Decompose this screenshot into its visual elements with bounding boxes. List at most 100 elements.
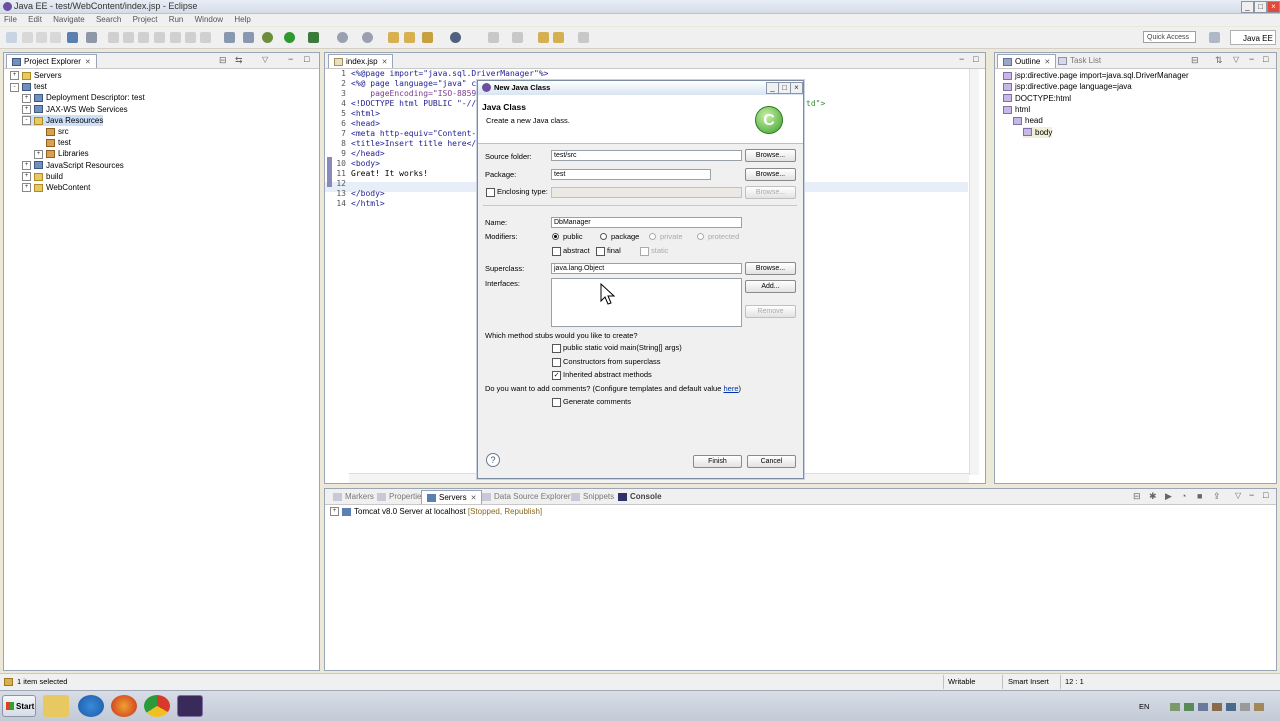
next-annotation-icon[interactable] bbox=[488, 32, 499, 43]
expand-toggle[interactable]: + bbox=[22, 160, 31, 170]
collapse-all-icon[interactable]: ⊟ bbox=[219, 55, 227, 66]
dialog-close-button[interactable]: × bbox=[790, 82, 803, 94]
collapse-all-icon[interactable]: ⊟ bbox=[1133, 491, 1141, 502]
terminate-icon[interactable] bbox=[138, 32, 149, 43]
pencil-icon[interactable] bbox=[422, 32, 433, 43]
tree-item[interactable]: + Deployment Descriptor: test bbox=[22, 92, 145, 103]
eclipse-taskbar-icon[interactable] bbox=[177, 695, 203, 717]
tree-item[interactable]: + Libraries bbox=[34, 148, 89, 159]
tab-index-jsp[interactable]: index.jsp ✕ bbox=[328, 54, 394, 68]
tray-icon[interactable] bbox=[1212, 703, 1222, 711]
step-return-icon[interactable] bbox=[200, 32, 211, 43]
step-over-icon[interactable] bbox=[185, 32, 196, 43]
close-tab-icon[interactable]: ✕ bbox=[85, 59, 91, 66]
stop-server-icon[interactable]: ■ bbox=[1197, 491, 1202, 501]
minimize-editor-icon[interactable]: − bbox=[959, 54, 964, 64]
maximize-button[interactable]: □ bbox=[1254, 1, 1267, 13]
modifier-public-radio[interactable] bbox=[552, 233, 559, 240]
help-icon[interactable]: ? bbox=[486, 453, 500, 467]
firefox-icon[interactable] bbox=[111, 695, 137, 717]
open-console-icon[interactable] bbox=[224, 32, 235, 43]
menu-run[interactable]: Run bbox=[169, 14, 184, 26]
start-server-icon[interactable]: ▶ bbox=[1165, 491, 1172, 502]
search-icon[interactable] bbox=[450, 32, 461, 43]
expand-toggle[interactable]: - bbox=[22, 116, 31, 126]
package-browse-button[interactable]: Browse... bbox=[745, 168, 796, 181]
minimize-view-icon[interactable]: − bbox=[1249, 54, 1254, 64]
globe-icon[interactable] bbox=[362, 32, 373, 43]
expand-toggle[interactable]: + bbox=[10, 71, 19, 81]
package-input[interactable]: test bbox=[551, 169, 711, 180]
minimize-button[interactable]: _ bbox=[1241, 1, 1254, 13]
menu-project[interactable]: Project bbox=[133, 14, 158, 26]
tray-icon[interactable] bbox=[1198, 703, 1208, 711]
class-name-input[interactable]: DbManager bbox=[551, 217, 742, 228]
expand-toggle[interactable]: + bbox=[22, 93, 31, 103]
internet-explorer-icon[interactable] bbox=[78, 695, 104, 717]
stub-main-checkbox[interactable] bbox=[552, 344, 561, 353]
minimize-view-icon[interactable]: − bbox=[1249, 490, 1254, 500]
view-menu-icon[interactable]: ▽ bbox=[1233, 55, 1239, 64]
generate-comments-checkbox[interactable] bbox=[552, 398, 561, 407]
expand-toggle[interactable]: + bbox=[22, 104, 31, 114]
expand-toggle[interactable]: - bbox=[10, 82, 19, 92]
tree-item[interactable]: + JavaScript Resources bbox=[22, 160, 124, 171]
expand-toggle[interactable]: + bbox=[22, 172, 31, 182]
debug-icon[interactable] bbox=[262, 32, 273, 43]
stub-inherited-checkbox[interactable]: ✓ bbox=[552, 371, 561, 380]
language-indicator[interactable]: EN bbox=[1139, 702, 1149, 712]
close-tab-icon[interactable]: ✕ bbox=[1044, 59, 1050, 66]
back-icon[interactable] bbox=[553, 32, 564, 43]
outline-item[interactable]: jsp:directive.page import=java.sql.Drive… bbox=[1003, 70, 1189, 81]
outline-item[interactable]: head bbox=[1013, 115, 1043, 126]
save-icon[interactable] bbox=[22, 32, 33, 43]
perspective-java-ee[interactable]: Java EE bbox=[1230, 30, 1276, 45]
server-row-tomcat[interactable]: + Tomcat v8.0 Server at localhost [Stoppe… bbox=[330, 506, 542, 517]
tray-icon[interactable] bbox=[1254, 703, 1264, 711]
tree-item[interactable]: + Servers bbox=[10, 70, 62, 81]
server-icon[interactable] bbox=[67, 32, 78, 43]
stub-constructors-checkbox[interactable] bbox=[552, 358, 561, 367]
interfaces-list[interactable] bbox=[551, 278, 742, 327]
source-folder-input[interactable]: test/src bbox=[551, 150, 742, 161]
finish-button[interactable]: Finish bbox=[693, 455, 742, 468]
menu-help[interactable]: Help bbox=[234, 14, 250, 26]
tree-item[interactable]: + WebContent bbox=[22, 182, 90, 193]
tab-servers[interactable]: Servers ✕ bbox=[421, 490, 483, 504]
expand-toggle[interactable]: + bbox=[330, 507, 339, 517]
enclosing-type-checkbox[interactable] bbox=[486, 188, 495, 197]
tree-item[interactable]: - Java Resources bbox=[22, 114, 104, 126]
menu-edit[interactable]: Edit bbox=[28, 14, 42, 26]
menu-file[interactable]: File bbox=[4, 14, 17, 26]
outline-item[interactable]: body bbox=[1023, 126, 1053, 138]
modifier-abstract-checkbox[interactable] bbox=[552, 247, 561, 256]
last-edit-icon[interactable] bbox=[538, 32, 549, 43]
tab-snippets[interactable]: Snippets bbox=[566, 490, 619, 503]
tab-data-source-explorer[interactable]: Data Source Explorer bbox=[477, 490, 575, 503]
vertical-scrollbar[interactable] bbox=[969, 69, 979, 475]
disconnect-icon[interactable] bbox=[154, 32, 165, 43]
previous-annotation-icon[interactable] bbox=[512, 32, 523, 43]
open-perspective-icon[interactable] bbox=[1209, 32, 1220, 43]
step-into-icon[interactable] bbox=[170, 32, 181, 43]
run-icon[interactable] bbox=[284, 32, 295, 43]
open-folder-icon[interactable] bbox=[388, 32, 399, 43]
open-type-icon[interactable] bbox=[243, 32, 254, 43]
new-icon[interactable] bbox=[6, 32, 17, 43]
sort-icon[interactable]: ⇅ bbox=[1215, 55, 1223, 66]
web-browser-icon[interactable] bbox=[337, 32, 348, 43]
save-all-icon[interactable] bbox=[36, 32, 47, 43]
menu-window[interactable]: Window bbox=[195, 14, 223, 26]
resume-icon[interactable] bbox=[108, 32, 119, 43]
tray-network-icon[interactable] bbox=[1170, 703, 1180, 711]
close-tab-icon[interactable]: ✕ bbox=[471, 495, 477, 502]
view-menu-icon[interactable]: ▽ bbox=[262, 55, 268, 64]
view-menu-icon[interactable]: ▽ bbox=[1235, 491, 1241, 500]
superclass-browse-button[interactable]: Browse... bbox=[745, 262, 796, 275]
close-tab-icon[interactable]: ✕ bbox=[382, 59, 388, 66]
tree-item[interactable]: - test bbox=[10, 81, 47, 92]
tree-item[interactable]: + JAX-WS Web Services bbox=[22, 104, 128, 115]
modifier-final-checkbox[interactable] bbox=[596, 247, 605, 256]
external-tools-icon[interactable] bbox=[308, 32, 319, 43]
tray-volume-icon[interactable] bbox=[1240, 703, 1250, 711]
